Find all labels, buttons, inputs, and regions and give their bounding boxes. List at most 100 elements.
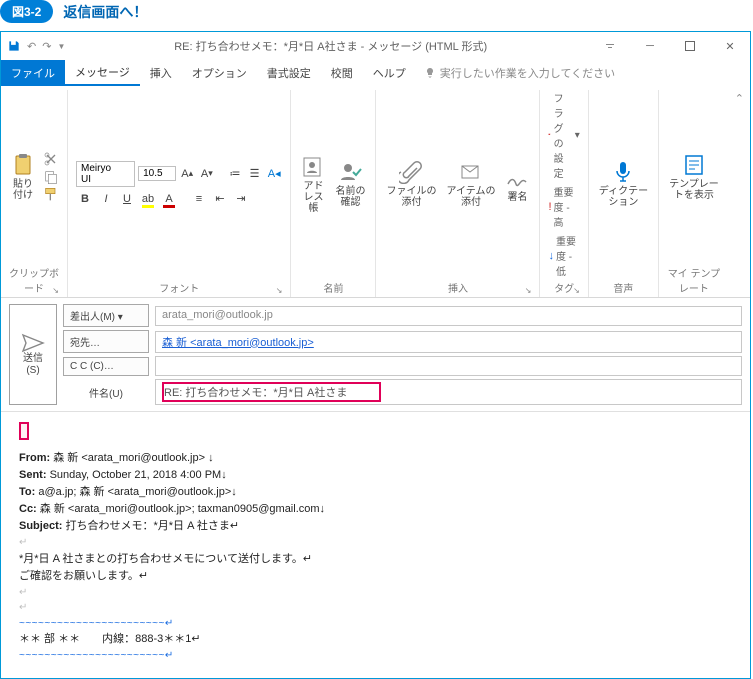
align-icon[interactable]: ≡ <box>190 190 208 208</box>
to-recipient[interactable]: 森 新 <arata_mori@outlook.jp> <box>162 337 314 349</box>
tab-insert[interactable]: 挿入 <box>140 60 182 86</box>
names-group-label: 名前 <box>299 278 367 297</box>
to-button[interactable]: 宛先… <box>63 330 149 353</box>
subject-field[interactable]: RE: 打ち合わせメモ：*月*日 A社さま <box>155 379 742 405</box>
ribbon-tabs: ファイル メッセージ 挿入 オプション 書式設定 校閲 ヘルプ 実行したい作業を… <box>1 60 750 86</box>
importance-high-button[interactable]: ! 重要度 - 高 <box>548 184 579 229</box>
align-left-icon[interactable]: A◂ <box>266 165 283 183</box>
tab-message[interactable]: メッセージ <box>65 60 140 86</box>
attach-item-button[interactable]: アイテムの 添付 <box>444 158 497 210</box>
save-icon[interactable] <box>7 39 21 53</box>
bold-button[interactable]: B <box>76 190 94 208</box>
format-painter-icon[interactable] <box>43 187 59 203</box>
message-header: 送信 (S) 差出人(M) ▾ arata_mori@outlook.jp 宛先… <box>1 298 750 412</box>
group-tags: フラグの設定 ▾ ! 重要度 - 高 ↓ 重要度 - 低 タグ↘ <box>540 90 588 297</box>
dictate-button[interactable]: ディクテー ション <box>597 158 650 210</box>
tell-me-placeholder: 実行したい作業を入力してください <box>440 65 615 81</box>
indent-icon[interactable]: ⇥ <box>232 190 250 208</box>
send-icon <box>21 333 45 353</box>
template-icon <box>682 153 706 177</box>
message-body[interactable]: From: 森 新 <arata_mori@outlook.jp> ↓ Sent… <box>1 412 750 678</box>
ribbon-collapse-button[interactable]: ⌃ <box>729 90 750 297</box>
decrease-font-icon[interactable]: A▾ <box>199 165 216 183</box>
send-button[interactable]: 送信 (S) <box>9 304 57 405</box>
group-font: Meiryo UI 10.5 A▴ A▾ ≔ ☰ A◂ B I U ab <box>68 90 291 297</box>
importance-low-button[interactable]: ↓ 重要度 - 低 <box>548 233 579 278</box>
template-group-label: マイ テンプレート <box>667 263 721 297</box>
tab-review[interactable]: 校閲 <box>321 60 363 86</box>
attach-file-label: ファイルの 添付 <box>386 186 436 208</box>
dictate-label: ディクテー ション <box>599 186 648 208</box>
dialog-launcher-icon[interactable]: ↘ <box>525 286 532 295</box>
subject-label: 件名(U) <box>63 382 149 403</box>
from-button[interactable]: 差出人(M) ▾ <box>63 304 149 327</box>
close-button[interactable]: ✕ <box>710 32 750 60</box>
numbering-icon[interactable]: ☰ <box>246 165 263 183</box>
qat-dropdown-icon[interactable]: ▼ <box>57 42 65 51</box>
font-name-dropdown[interactable]: Meiryo UI <box>76 161 135 187</box>
font-color-icon[interactable]: A <box>160 190 178 208</box>
tab-file[interactable]: ファイル <box>1 60 65 86</box>
group-clipboard: 貼り付け クリップボード↘ <box>1 90 68 297</box>
window-title: RE: 打ち合わせメモ：*月*日 A社さま - メッセージ (HTML 形式) <box>71 38 590 54</box>
cc-button[interactable]: C C (C)… <box>63 357 149 376</box>
body-line-1: *月*日 A 社さまとの打ち合わせメモについて送付します。↵ <box>19 551 732 568</box>
increase-font-icon[interactable]: A▴ <box>179 165 196 183</box>
outdent-icon[interactable]: ⇤ <box>211 190 229 208</box>
minimize-button[interactable]: ─ <box>630 32 670 60</box>
templates-button[interactable]: テンプレー トを表示 <box>667 151 721 203</box>
paperclip-icon <box>399 160 423 184</box>
signature-button[interactable]: 署名 <box>503 164 531 205</box>
check-names-label: 名前の 確認 <box>335 186 365 208</box>
templates-label: テンプレー トを表示 <box>669 179 719 201</box>
font-size-dropdown[interactable]: 10.5 <box>138 166 176 181</box>
window-controls: ─ ✕ <box>590 32 750 60</box>
paste-label: 貼り付け <box>11 179 35 201</box>
font-group-label: フォント <box>159 284 199 295</box>
titlebar: ↶ ↷ ▼ RE: 打ち合わせメモ：*月*日 A社さま - メッセージ (HTM… <box>1 32 750 60</box>
dialog-launcher-icon[interactable]: ↘ <box>52 286 59 295</box>
qat-redo-icon[interactable]: ↷ <box>42 40 51 53</box>
dialog-launcher-icon[interactable]: ↘ <box>573 286 580 295</box>
group-voice: ディクテー ション 音声 <box>589 90 659 297</box>
clipboard-icon <box>11 153 35 177</box>
signature-divider: ~~~~~~~~~~~~~~~~~~~~~~~↵ <box>19 648 732 664</box>
voice-group-label: 音声 <box>597 278 650 297</box>
check-names-button[interactable]: 名前の 確認 <box>333 158 367 210</box>
attach-item-icon <box>459 160 483 184</box>
address-book-button[interactable]: アドレス帳 <box>299 153 327 216</box>
underline-button[interactable]: U <box>118 190 136 208</box>
paste-button[interactable]: 貼り付け <box>9 151 37 203</box>
tell-me-search[interactable]: 実行したい作業を入力してください <box>424 65 615 81</box>
maximize-button[interactable] <box>670 32 710 60</box>
flag-button[interactable]: フラグの設定 ▾ <box>548 90 579 180</box>
signature-line: ＊＊ 部 ＊＊ 内線：888-3＊＊1↵ <box>19 631 732 648</box>
address-book-label: アドレス帳 <box>301 181 325 214</box>
copy-icon[interactable] <box>43 169 59 185</box>
tags-group-label: タグ <box>554 284 574 295</box>
tab-format[interactable]: 書式設定 <box>257 60 321 86</box>
attach-item-label: アイテムの 添付 <box>446 186 495 208</box>
group-template: テンプレー トを表示 マイ テンプレート <box>659 90 729 297</box>
cc-field[interactable] <box>155 356 742 376</box>
tab-help[interactable]: ヘルプ <box>363 60 416 86</box>
cursor-highlight <box>19 422 29 440</box>
outlook-window: ↶ ↷ ▼ RE: 打ち合わせメモ：*月*日 A社さま - メッセージ (HTM… <box>0 31 751 679</box>
highlight-color-icon[interactable]: ab <box>139 190 157 208</box>
ribbon-collapse-icon[interactable] <box>590 32 630 60</box>
to-field[interactable]: 森 新 <arata_mori@outlook.jp> <box>155 331 742 353</box>
qat-undo-icon[interactable]: ↶ <box>27 40 36 53</box>
bullets-icon[interactable]: ≔ <box>227 165 244 183</box>
signature-label: 署名 <box>507 192 527 203</box>
signature-icon <box>505 166 529 190</box>
group-names: アドレス帳 名前の 確認 名前 <box>291 90 376 297</box>
dialog-launcher-icon[interactable]: ↘ <box>276 286 283 295</box>
attach-file-button[interactable]: ファイルの 添付 <box>384 158 438 210</box>
tab-options[interactable]: オプション <box>182 60 257 86</box>
italic-button[interactable]: I <box>97 190 115 208</box>
cut-icon[interactable] <box>43 151 59 167</box>
figure-badge: 図3-2 <box>0 0 53 23</box>
group-include: ファイルの 添付 アイテムの 添付 署名 挿入↘ <box>376 90 540 297</box>
check-names-icon <box>338 160 362 184</box>
body-line-2: ご確認をお願いします。↵ <box>19 568 732 585</box>
